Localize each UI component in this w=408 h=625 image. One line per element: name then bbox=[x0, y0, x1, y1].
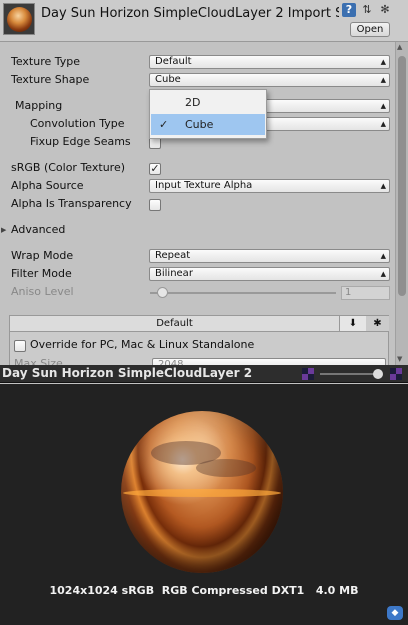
filter-mode-label: Filter Mode bbox=[11, 267, 72, 280]
label-tag-icon[interactable]: ◆ bbox=[387, 606, 403, 620]
aniso-level-label: Aniso Level bbox=[11, 285, 74, 298]
inspector-panel: Day Sun Horizon SimpleCloudLayer 2 Impor… bbox=[0, 0, 408, 365]
inspector-header: Day Sun Horizon SimpleCloudLayer 2 Impor… bbox=[0, 0, 408, 42]
checkmark-icon: ✓ bbox=[150, 162, 160, 175]
platform-settings: Default ⬇ ✱ Override for PC, Mac & Linux… bbox=[9, 315, 389, 365]
horizon-glow bbox=[123, 489, 281, 497]
aniso-level-field[interactable]: 1 bbox=[341, 286, 390, 300]
open-button[interactable]: Open bbox=[350, 22, 390, 37]
popup-arrow-icon: ▲▼ bbox=[380, 270, 386, 278]
texture-preview[interactable]: 1024x1024 sRGB RGB Compressed DXT1 4.0 M… bbox=[0, 384, 408, 625]
popup-arrow-icon: ▲▼ bbox=[380, 182, 386, 190]
texture-type-popup[interactable]: Default ▲▼ bbox=[149, 55, 390, 69]
help-icon[interactable]: ? bbox=[342, 3, 356, 17]
checkmark-icon: ✓ bbox=[159, 118, 169, 131]
preset-icon[interactable]: ⇅ bbox=[360, 3, 374, 17]
android-icon[interactable]: ✱ bbox=[366, 316, 389, 332]
preview-header: Day Sun Horizon SimpleCloudLayer 2 bbox=[0, 365, 408, 383]
override-label: Override for PC, Mac & Linux Standalone bbox=[30, 338, 255, 351]
alpha-toggle-icon[interactable] bbox=[390, 368, 402, 380]
popup-arrow-icon: ▲▼ bbox=[380, 102, 386, 110]
menu-item-label: 2D bbox=[185, 96, 201, 109]
texture-thumbnail bbox=[3, 3, 35, 35]
texture-shape-menu: 2D ✓ Cube bbox=[149, 89, 267, 139]
filter-mode-popup[interactable]: Bilinear ▲▼ bbox=[149, 267, 390, 281]
asset-title: Day Sun Horizon SimpleCloudLayer 2 Impor… bbox=[41, 6, 339, 21]
gear-icon[interactable]: ✻ bbox=[378, 3, 392, 17]
srgb-label: sRGB (Color Texture) bbox=[11, 161, 126, 174]
texture-info: 1024x1024 sRGB RGB Compressed DXT1 4.0 M… bbox=[49, 584, 359, 597]
download-icon[interactable]: ⬇ bbox=[340, 316, 366, 332]
wrap-mode-popup[interactable]: Repeat ▲▼ bbox=[149, 249, 390, 263]
popup-arrow-icon: ▲▼ bbox=[380, 252, 386, 260]
texture-shape-popup[interactable]: Cube ▲▼ bbox=[149, 73, 390, 87]
fixup-edge-seams-label: Fixup Edge Seams bbox=[30, 135, 131, 148]
aniso-level-slider-handle[interactable] bbox=[157, 287, 168, 298]
menu-item-2d[interactable]: 2D bbox=[151, 92, 265, 113]
inspector-scrollbar[interactable]: ▲ ▼ bbox=[395, 42, 408, 365]
cloud-shape bbox=[196, 459, 256, 477]
max-size-popup[interactable]: 2048 bbox=[152, 358, 386, 365]
override-checkbox[interactable] bbox=[14, 340, 26, 352]
mip-level-icon[interactable] bbox=[302, 368, 314, 380]
menu-item-cube[interactable]: ✓ Cube bbox=[151, 114, 265, 135]
menu-item-label: Cube bbox=[185, 118, 214, 131]
popup-arrow-icon: ▲▼ bbox=[380, 58, 386, 66]
wrap-mode-value: Repeat bbox=[155, 250, 191, 261]
scroll-down-icon[interactable]: ▼ bbox=[397, 355, 402, 363]
alpha-is-transparency-label: Alpha Is Transparency bbox=[11, 197, 132, 210]
alpha-is-transparency-checkbox[interactable] bbox=[149, 199, 161, 211]
cubemap-sphere bbox=[121, 411, 283, 573]
preview-title: Day Sun Horizon SimpleCloudLayer 2 bbox=[2, 366, 253, 380]
tab-default[interactable]: Default bbox=[10, 316, 340, 332]
srgb-checkbox[interactable]: ✓ bbox=[149, 163, 161, 175]
filter-mode-value: Bilinear bbox=[155, 268, 193, 279]
popup-arrow-icon: ▲▼ bbox=[380, 76, 386, 84]
convolution-type-label: Convolution Type bbox=[30, 117, 125, 130]
alpha-source-value: Input Texture Alpha bbox=[155, 180, 253, 191]
texture-shape-label: Texture Shape bbox=[11, 73, 90, 86]
wrap-mode-label: Wrap Mode bbox=[11, 249, 74, 262]
popup-arrow-icon: ▲▼ bbox=[380, 120, 386, 128]
advanced-foldout[interactable]: Advanced bbox=[11, 222, 65, 238]
alpha-source-label: Alpha Source bbox=[11, 179, 84, 192]
texture-shape-value: Cube bbox=[155, 74, 181, 85]
advanced-foldout-arrow-icon[interactable]: ▶ bbox=[1, 222, 6, 238]
scrollbar-thumb[interactable] bbox=[398, 56, 406, 296]
mip-slider-track[interactable] bbox=[320, 373, 380, 375]
texture-type-value: Default bbox=[155, 56, 192, 67]
aniso-level-slider-track[interactable] bbox=[150, 292, 336, 294]
alpha-source-popup[interactable]: Input Texture Alpha ▲▼ bbox=[149, 179, 390, 193]
thumbnail-sphere bbox=[7, 7, 32, 32]
texture-type-label: Texture Type bbox=[11, 55, 81, 68]
mapping-label: Mapping bbox=[15, 99, 63, 112]
max-size-label: Max Size bbox=[14, 357, 63, 365]
scroll-up-icon[interactable]: ▲ bbox=[397, 43, 402, 51]
mip-slider-handle[interactable] bbox=[373, 369, 383, 379]
